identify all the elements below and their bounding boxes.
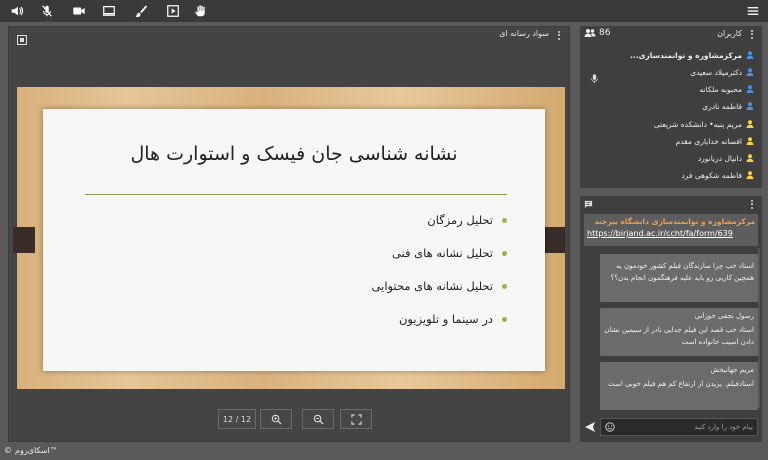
slide-bullet-list: تحلیل رمزگان تحلیل نشانه های فنی تحلیل ن… [207, 213, 507, 345]
fit-screen-button[interactable] [340, 409, 372, 429]
users-menu-icon[interactable] [748, 28, 756, 40]
users-title: کاربران [717, 29, 742, 38]
camera-icon[interactable] [70, 2, 88, 20]
users-group-icon [584, 29, 596, 37]
mic-off-icon[interactable] [38, 2, 56, 20]
copyright-symbol: © [4, 446, 12, 455]
presentation-menu-icon[interactable] [555, 29, 563, 41]
users-panel: 86 کاربران مرکزمشاوره و توانمندسازی... د… [580, 26, 762, 188]
app-window: سواد رسانه ای نشانه شناسی جان فیسک و است… [0, 0, 768, 460]
user-icon [746, 137, 754, 145]
user-icon [746, 51, 754, 59]
volume-icon[interactable] [8, 2, 26, 20]
user-item[interactable]: مریم پنبه• دانشکده شریعتی [594, 117, 754, 131]
user-item[interactable]: مرکزمشاوره و توانمندسازی... [594, 48, 754, 62]
user-item[interactable]: فاطمه شکوهی فرد [594, 168, 754, 182]
banner-link[interactable]: https://birjand.ac.ir/ccht/fa/form/639 [587, 229, 755, 238]
bullet-dot [502, 218, 507, 223]
bullet-dot [502, 317, 507, 322]
chat-menu-icon[interactable] [748, 198, 756, 210]
slide-bullet: تحلیل نشانه های فنی [207, 246, 507, 279]
chat-message: مریم جهانبخش استادفیلم. پریدن از ارتفاع … [600, 362, 758, 410]
chat-input-box [600, 418, 758, 436]
chat-message-author: رسول نجفی خوزانی [694, 312, 754, 320]
presentation-header: سواد رسانه ای [9, 27, 569, 45]
users-header: 86 کاربران [580, 26, 762, 44]
user-item[interactable]: دکترمیلاد سعیدی [594, 65, 754, 79]
zoom-in-button[interactable] [260, 409, 292, 429]
hand-icon[interactable] [192, 2, 210, 20]
brush-icon[interactable] [132, 2, 150, 20]
slide-bullet: تحلیل رمزگان [207, 213, 507, 246]
slide-canvas: نشانه شناسی جان فیسک و استوارت هال تحلیل… [13, 87, 565, 389]
slide-bullet: تحلیل نشانه های محتوایی [207, 279, 507, 312]
bullet-dot [502, 251, 507, 256]
bullet-dot [502, 284, 507, 289]
slide-bullet: در سینما و تلویزیون [207, 312, 507, 345]
slide-title: نشانه شناسی جان فیسک و استوارت هال [130, 143, 458, 165]
chat-input[interactable] [615, 423, 753, 431]
chat-input-row [584, 418, 758, 436]
chat-message: رسول نجفی خوزانی استاد خب قصد این فیلم ج… [600, 308, 758, 356]
user-icon [746, 68, 754, 76]
user-item[interactable]: محبوبه ملکانه [594, 82, 754, 96]
user-icon [746, 85, 754, 93]
fullscreen-panel-icon[interactable] [17, 30, 27, 45]
zoom-out-button[interactable] [302, 409, 334, 429]
presentation-panel: سواد رسانه ای نشانه شناسی جان فیسک و است… [8, 26, 570, 442]
slide-decor-left [13, 227, 35, 253]
chat-pinned-banner: مرکزمشاوره و توانمندسازی دانشگاه بیرجند … [584, 214, 758, 246]
user-icon [746, 120, 754, 128]
user-item[interactable]: فاطمه نادری [594, 99, 754, 113]
slide-divider [85, 194, 507, 195]
brand-name: اسکای‌روم™ [15, 446, 58, 455]
screen-share-icon[interactable] [100, 2, 118, 20]
chat-panel: مرکزمشاوره و توانمندسازی دانشگاه بیرجند … [580, 196, 762, 442]
page-indicator[interactable]: 12 / 12 [218, 409, 256, 429]
media-icon[interactable] [164, 2, 182, 20]
send-icon[interactable] [584, 421, 596, 433]
users-count: 86 [584, 28, 610, 38]
banner-title: مرکزمشاوره و توانمندسازی دانشگاه بیرجند [594, 217, 755, 226]
user-icon [746, 171, 754, 179]
chat-message-author: مریم جهانبخش [710, 366, 754, 374]
fit-screen-icon [350, 413, 362, 425]
hamburger-icon[interactable] [744, 2, 762, 20]
chat-icon [584, 200, 593, 209]
user-icon [746, 102, 754, 110]
slide-card: نشانه شناسی جان فیسک و استوارت هال تحلیل… [43, 109, 545, 371]
user-icon [746, 154, 754, 162]
footer-brand: © اسکای‌روم™ [4, 446, 58, 455]
chat-message-list: استاد خب چرا سازندگان فیلم کشور خودمون ی… [600, 248, 758, 410]
top-toolbar [0, 0, 768, 22]
zoom-out-icon [313, 414, 324, 425]
chat-scrollbar[interactable] [758, 248, 760, 408]
user-item[interactable]: افسانه خدایاری مقدم [594, 134, 754, 148]
user-item[interactable]: دانیال دریانورد [594, 151, 754, 165]
chat-header [580, 196, 762, 212]
chat-message: استاد خب چرا سازندگان فیلم کشور خودمون ی… [600, 254, 758, 302]
zoom-in-icon [271, 414, 282, 425]
presentation-title: سواد رسانه ای [499, 29, 549, 38]
emoji-icon[interactable] [605, 422, 615, 432]
